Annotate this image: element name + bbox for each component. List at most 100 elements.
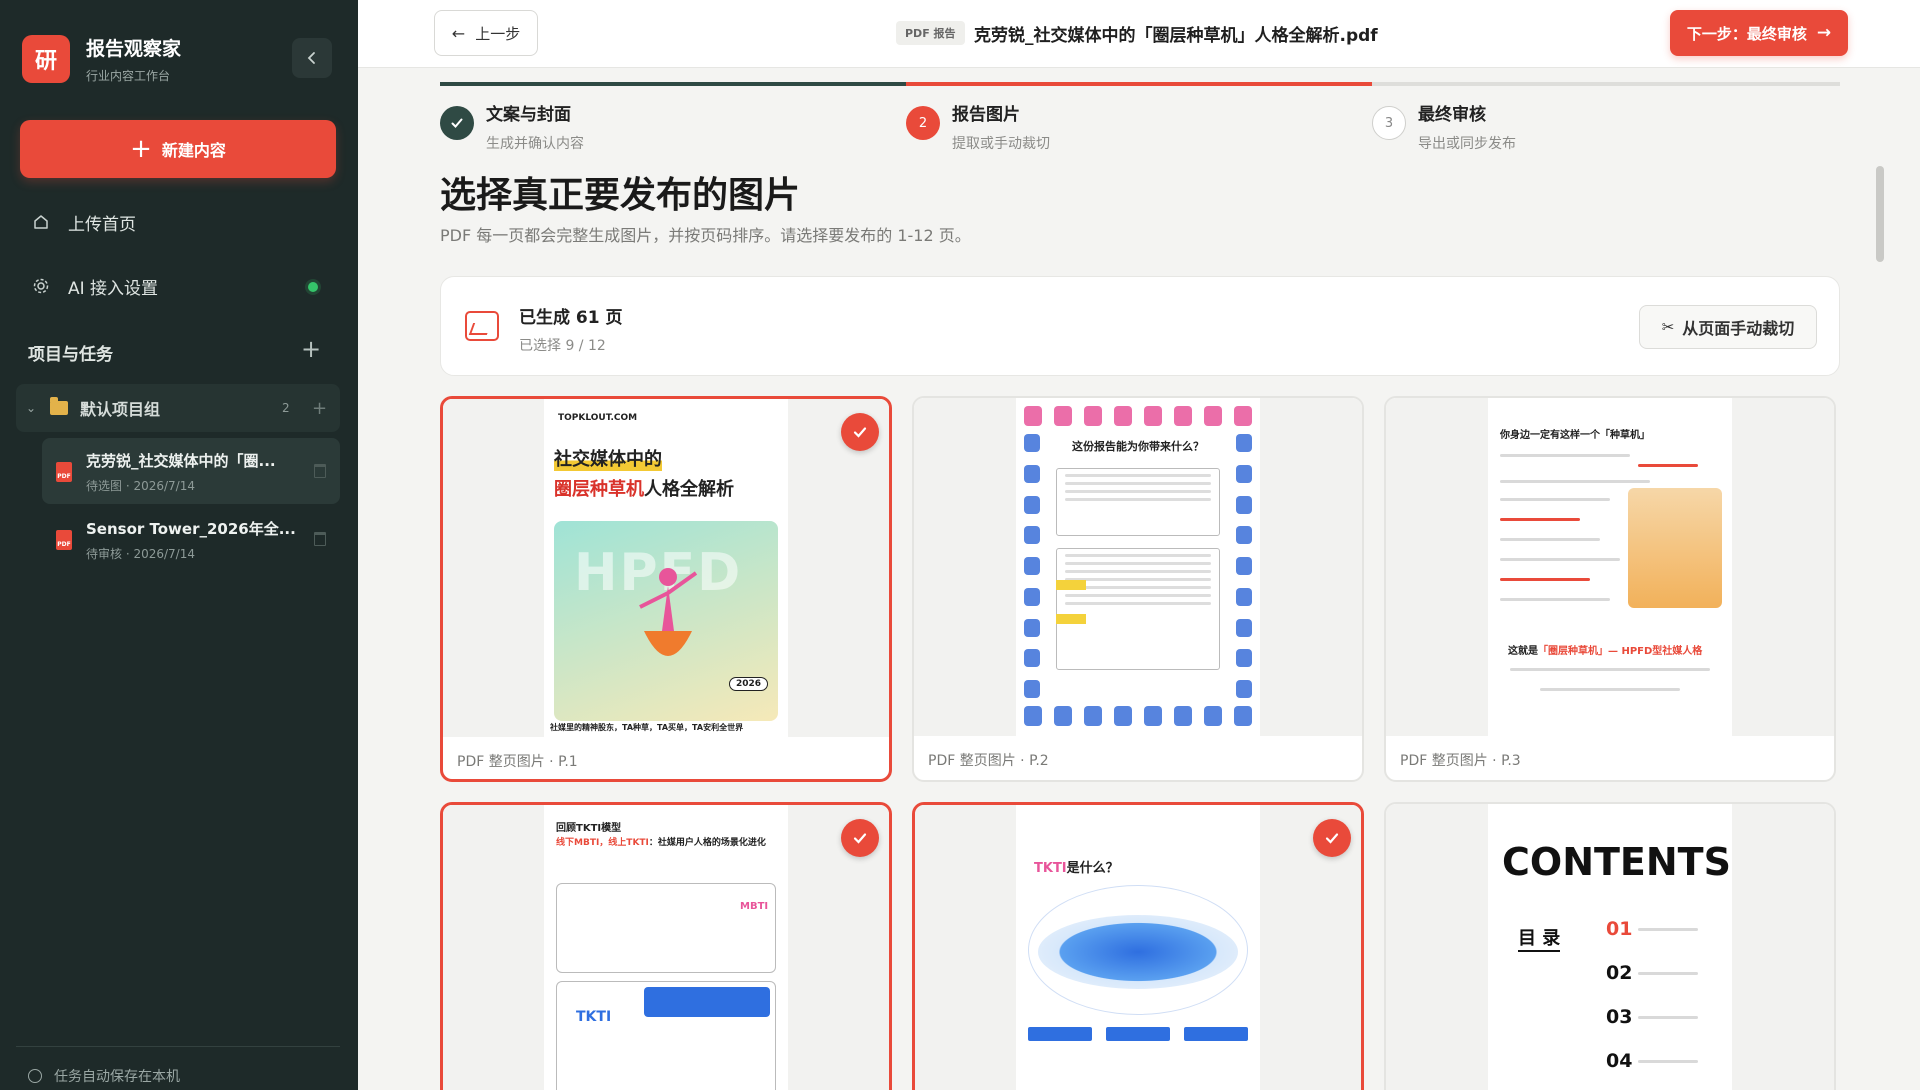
- step-report-images[interactable]: 2 报告图片 提取或手动裁切: [906, 100, 1050, 153]
- document-type-badge: PDF 报告: [896, 21, 965, 45]
- page-thumbnail: CONTENTS 目 录 01 02 03 04: [1488, 804, 1732, 1090]
- task-title: 克劳锐_社交媒体中的「圈...: [86, 452, 276, 470]
- highlight-box: [644, 987, 770, 1017]
- page-card-p1[interactable]: TOPKLOUT.COM 社交媒体中的 圈层种草机人格全解析 HPFD 2026…: [440, 396, 892, 782]
- page-card-p4[interactable]: 回顾TKTI模型 线下MBTI，线上TKTI：社媒用户人格的场景化进化 MBTI…: [440, 802, 892, 1090]
- add-project-button[interactable]: +: [298, 335, 324, 363]
- chevron-down-icon: ⌄: [26, 401, 37, 415]
- brand: 研 报告观察家 行业内容工作台: [22, 34, 181, 84]
- step-title: 报告图片: [952, 105, 1020, 125]
- step-number: 3: [1372, 106, 1406, 140]
- page-caption: PDF 整页图片 · P.1: [457, 754, 578, 770]
- page-thumbnail: 你身边一定有这样一个「种草机」 这就是「圈层种草机」— HPFD型社媒人格: [1488, 398, 1732, 736]
- project-group-count: 2: [282, 401, 290, 415]
- page-card-p2[interactable]: 这份报告能为你带来什么？ PDF 整页图片 · P.2: [912, 396, 1364, 782]
- thumb-quote: 这就是「圈层种草机」— HPFD型社媒人格: [1508, 646, 1703, 657]
- project-group-default[interactable]: ⌄ 默认项目组 2 +: [16, 384, 340, 432]
- page-caption: PDF 整页图片 · P.2: [928, 753, 1049, 769]
- main-scrollbar[interactable]: [1876, 166, 1884, 262]
- chevron-left-icon: [307, 52, 315, 64]
- thumb-heading: TKTI是什么？: [1034, 861, 1119, 876]
- project-group-name: 默认项目组: [80, 400, 161, 419]
- sidebar: 研 报告观察家 行业内容工作台 + 新建内容 上传首页 AI 接入设置 项目与任…: [0, 0, 358, 1090]
- page-thumbnail: TOPKLOUT.COM 社交媒体中的 圈层种草机人格全解析 HPFD 2026…: [544, 399, 788, 737]
- pdf-file-icon: PDF: [56, 530, 72, 550]
- collapse-sidebar-button[interactable]: [292, 38, 332, 78]
- thumb-heading: 你身边一定有这样一个「种草机」: [1500, 430, 1650, 441]
- brand-subtitle: 行业内容工作台: [86, 69, 171, 83]
- images-icon: [465, 311, 499, 341]
- page-thumbnail: 这份报告能为你带来什么？: [1016, 398, 1260, 736]
- selected-check-icon[interactable]: [1313, 819, 1351, 857]
- step-final-review[interactable]: 3 最终审核 导出或同步发布: [1372, 100, 1516, 153]
- autosave-note: 任务自动保存在本机: [28, 1066, 180, 1086]
- trash-icon[interactable]: [314, 532, 326, 546]
- selected-count: 已选择 9 / 12: [519, 338, 606, 354]
- scissors-icon: ✂: [1661, 318, 1675, 336]
- page-description: PDF 每一页都会完整生成图片，并按页码排序。请选择要发布的 1-12 页。: [440, 226, 971, 245]
- brand-logo: 研: [22, 35, 70, 83]
- divider: [16, 1046, 340, 1047]
- trash-icon[interactable]: [314, 464, 326, 478]
- new-content-label: 新建内容: [161, 141, 226, 160]
- task-item[interactable]: PDF 克劳锐_社交媒体中的「圈... 待选图 · 2026/7/14: [42, 438, 340, 504]
- manual-crop-button[interactable]: ✂ 从页面手动裁切: [1639, 305, 1817, 349]
- nav-item-ai-settings[interactable]: AI 接入设置: [30, 272, 158, 300]
- brand-title: 报告观察家: [86, 38, 182, 60]
- task-meta: 待选图 · 2026/7/14: [86, 479, 195, 493]
- nav-item-upload-home[interactable]: 上传首页: [30, 208, 136, 236]
- step-progress-active: [906, 82, 1372, 86]
- step-number: 2: [906, 106, 940, 140]
- model-diagram: [1038, 915, 1238, 989]
- step-title: 最终审核: [1418, 105, 1486, 125]
- generated-pages-count: 已生成 61 页: [519, 308, 623, 328]
- step-subtitle: 生成并确认内容: [486, 136, 584, 152]
- step-subtitle: 导出或同步发布: [1418, 136, 1516, 152]
- plus-icon: +: [300, 335, 322, 363]
- thumb-heading: 社交媒体中的: [554, 445, 662, 471]
- step-subtitle: 提取或手动裁切: [952, 136, 1050, 152]
- plus-icon: +: [130, 134, 152, 164]
- add-task-button[interactable]: +: [312, 398, 327, 419]
- illustration: [1628, 488, 1722, 608]
- thumb-heading: CONTENTS: [1502, 840, 1731, 884]
- page-card-p6[interactable]: CONTENTS 目 录 01 02 03 04: [1384, 802, 1836, 1090]
- selected-check-icon[interactable]: [841, 413, 879, 451]
- page-thumbnail: TKTI是什么？: [1016, 805, 1260, 1090]
- step-progress-pending: [1372, 82, 1840, 86]
- ai-connected-status-dot: [308, 282, 318, 292]
- generation-summary-card: 已生成 61 页 已选择 9 / 12 ✂ 从页面手动裁切: [440, 276, 1840, 376]
- step-progress-done: [440, 82, 906, 86]
- page-caption: PDF 整页图片 · P.3: [1400, 753, 1521, 769]
- next-step-button[interactable]: 下一步：最终审核 →: [1670, 10, 1848, 56]
- step-copy-cover[interactable]: 文案与封面 生成并确认内容: [440, 100, 584, 153]
- thumb-brand: TOPKLOUT.COM: [558, 413, 638, 423]
- back-button[interactable]: ← 上一步: [434, 10, 538, 56]
- folder-icon: [50, 397, 68, 415]
- page-card-p3[interactable]: 你身边一定有这样一个「种草机」 这就是「圈层种草机」— HPFD型社媒人格 PD…: [1384, 396, 1836, 782]
- page-thumbnail: 回顾TKTI模型 线下MBTI，线上TKTI：社媒用户人格的场景化进化 MBTI…: [544, 805, 788, 1090]
- nav-label: AI 接入设置: [68, 278, 159, 299]
- clock-icon: [28, 1069, 42, 1083]
- task-meta: 待审核 · 2026/7/14: [86, 547, 195, 561]
- thumb-heading: 回顾TKTI模型: [556, 823, 622, 834]
- selected-check-icon[interactable]: [841, 819, 879, 857]
- manual-crop-label: 从页面手动裁切: [1682, 319, 1795, 338]
- pdf-file-icon: PDF: [56, 462, 72, 482]
- new-content-button[interactable]: + 新建内容: [20, 120, 336, 178]
- thumb-heading: 圈层种草机人格全解析: [554, 479, 734, 500]
- document-title: 克劳锐_社交媒体中的「圈层种草机」人格全解析.pdf: [974, 26, 1378, 46]
- projects-section-title: 项目与任务: [28, 345, 113, 365]
- thumb-subheading: 线下MBTI，线上TKTI：社媒用户人格的场景化进化: [556, 838, 766, 848]
- arrow-left-icon: ←: [451, 23, 466, 43]
- step-title: 文案与封面: [486, 105, 571, 125]
- page-card-p5[interactable]: TKTI是什么？: [912, 802, 1364, 1090]
- back-label: 上一步: [475, 24, 521, 43]
- cover-illustration: HPFD 2026: [554, 521, 778, 721]
- gear-icon: [30, 275, 52, 297]
- next-label: 下一步：最终审核: [1686, 24, 1807, 43]
- task-item[interactable]: PDF Sensor Tower_2026年全... 待审核 · 2026/7/…: [42, 506, 340, 572]
- thumb-heading: 这份报告能为你带来什么？: [1072, 440, 1204, 453]
- dancer-illustration: [639, 568, 698, 656]
- arrow-right-icon: →: [1816, 23, 1832, 43]
